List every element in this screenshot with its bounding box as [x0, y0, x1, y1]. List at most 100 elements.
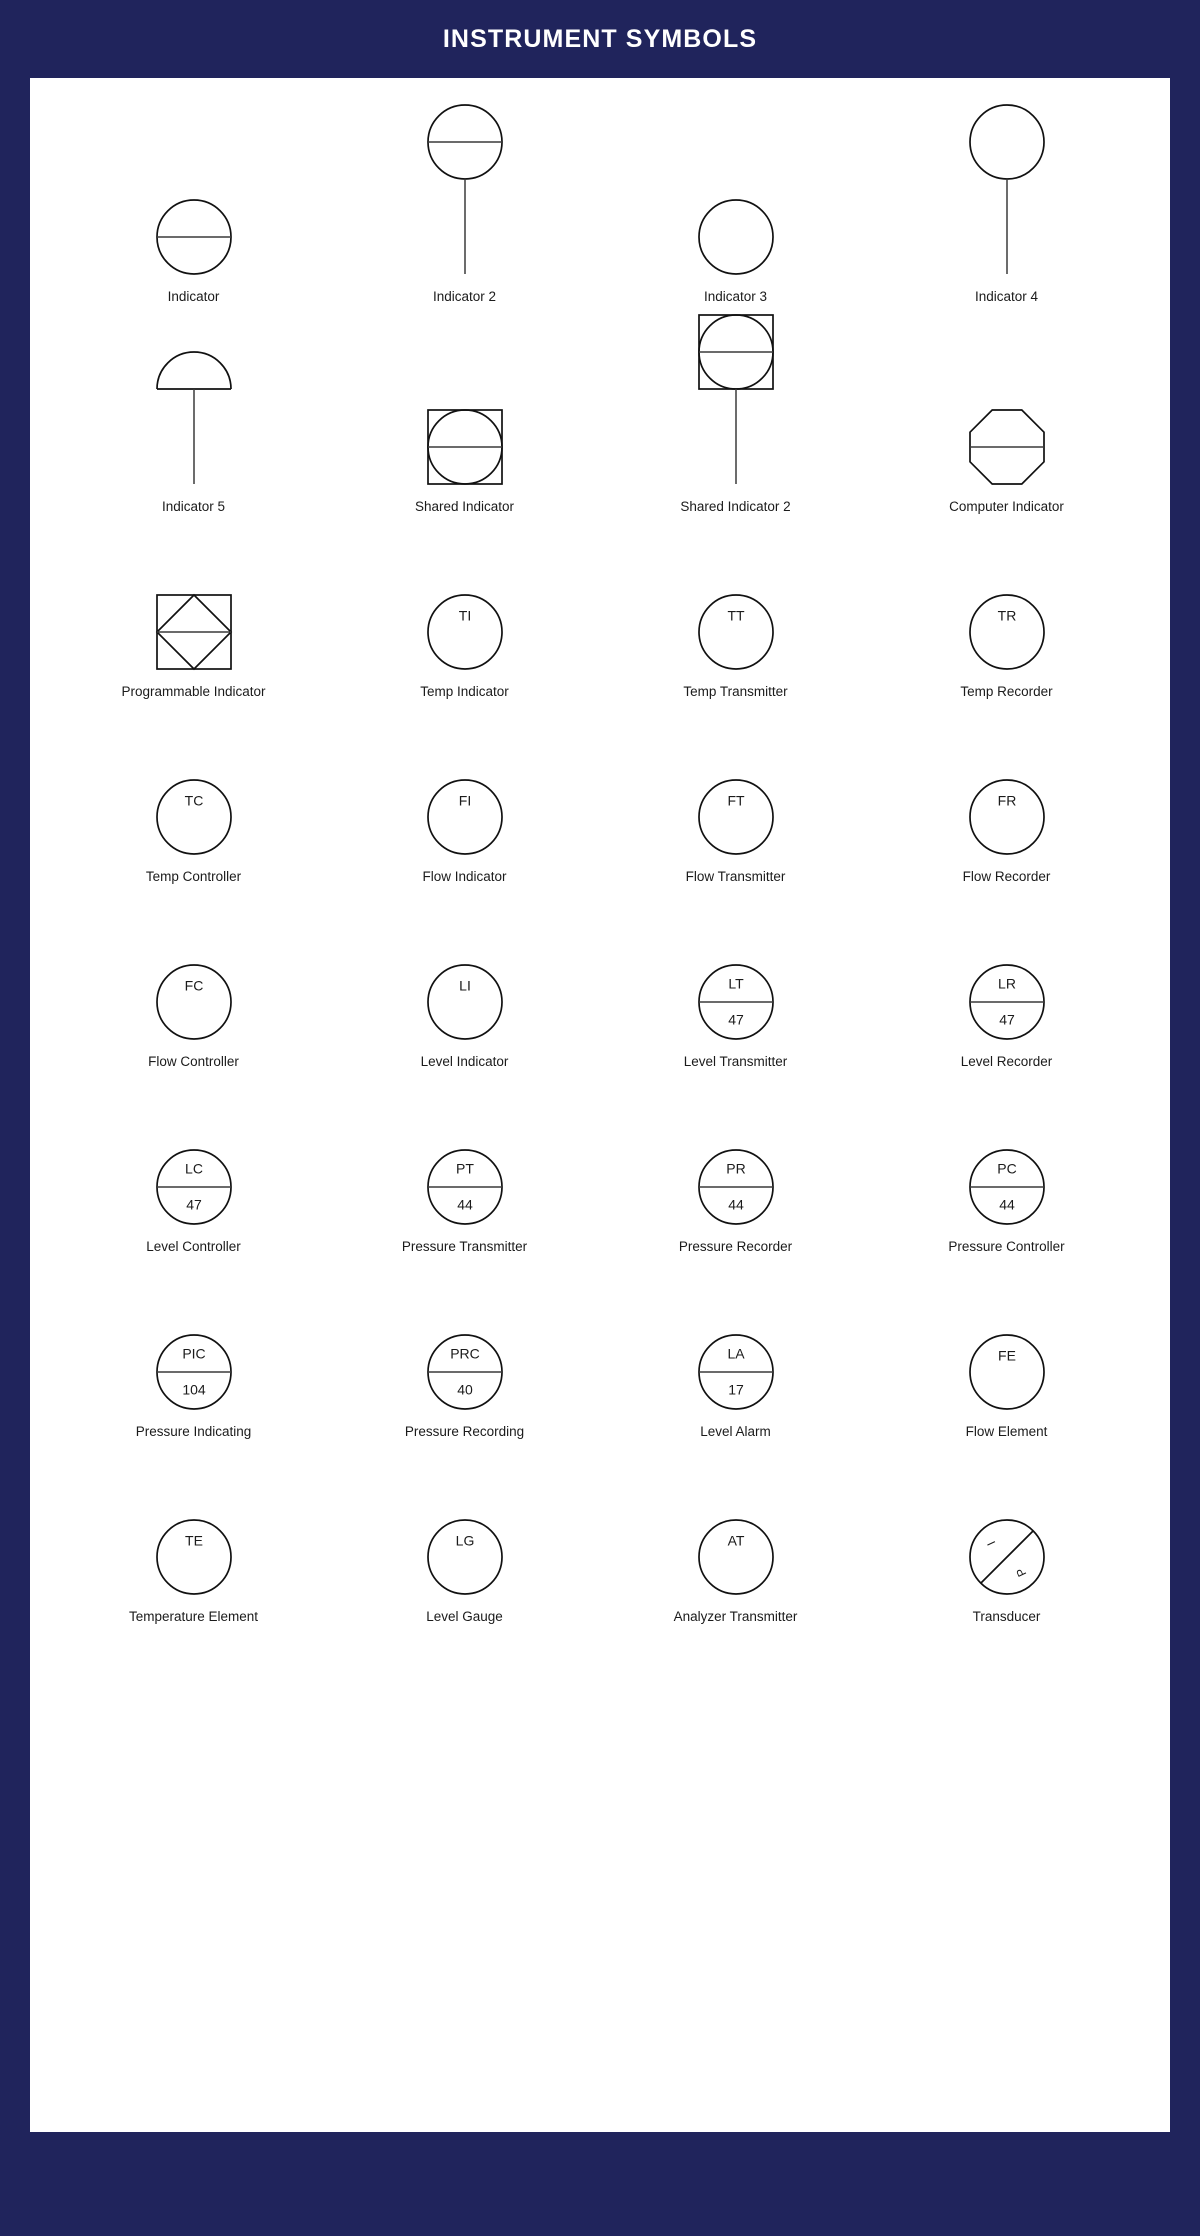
symbol-cell[interactable]: TC Temp Controller: [58, 699, 329, 884]
symbol-cell[interactable]: Indicator: [58, 104, 329, 304]
page-header: INSTRUMENT SYMBOLS: [0, 0, 1200, 78]
symbol-circle-hline-icon: [154, 197, 234, 277]
svg-text:40: 40: [457, 1382, 473, 1398]
symbol-label: Temp Controller: [145, 869, 242, 884]
symbol-cell[interactable]: Shared Indicator 2: [600, 304, 871, 514]
symbol-circle-tag-icon: FR: [967, 777, 1047, 857]
symbol-cell[interactable]: TR Temp Recorder: [871, 514, 1142, 699]
symbol-cell[interactable]: PT 44 Pressure Transmitter: [329, 1069, 600, 1254]
symbol-cell[interactable]: FE Flow Element: [871, 1254, 1142, 1439]
svg-text:104: 104: [182, 1382, 206, 1398]
symbol-label: Level Controller: [146, 1239, 241, 1254]
svg-text:TE: TE: [185, 1533, 203, 1549]
symbol-circle-tag-icon: FC: [154, 962, 234, 1042]
symbol-cell[interactable]: PC 44 Pressure Controller: [871, 1069, 1142, 1254]
symbol-label: Temp Transmitter: [683, 684, 788, 699]
symbol-circle-tag-num-hline-icon: LR 47: [967, 962, 1047, 1042]
symbol-label: Pressure Recording: [404, 1424, 525, 1439]
symbol-cell[interactable]: AT Analyzer Transmitter: [600, 1439, 871, 1624]
symbol-square-circle-hline-stem-icon: [696, 312, 776, 487]
symbol-circle-tag-icon: LG: [425, 1517, 505, 1597]
svg-text:FT: FT: [727, 793, 745, 809]
svg-text:TR: TR: [997, 608, 1016, 624]
symbol-cell[interactable]: FT Flow Transmitter: [600, 699, 871, 884]
symbol-cell[interactable]: Indicator 2: [329, 104, 600, 304]
svg-text:PRC: PRC: [450, 1346, 480, 1362]
svg-text:PC: PC: [997, 1161, 1016, 1177]
svg-text:PT: PT: [456, 1161, 474, 1177]
symbol-circle-tag-num-hline-icon: LT 47: [696, 962, 776, 1042]
symbol-cell[interactable]: PIC 104 Pressure Indicating: [58, 1254, 329, 1439]
symbol-label: Temperature Element: [128, 1609, 259, 1624]
svg-text:LT: LT: [728, 976, 744, 992]
symbol-label: Level Indicator: [420, 1054, 509, 1069]
symbol-cell[interactable]: Indicator 3: [600, 104, 871, 304]
symbol-label: Shared Indicator 2: [680, 499, 791, 514]
symbol-square-circle-hline-icon: [425, 407, 505, 487]
symbol-circle-hline-stem-icon: [425, 102, 505, 277]
svg-text:44: 44: [999, 1197, 1015, 1213]
symbol-cell[interactable]: TI Temp Indicator: [329, 514, 600, 699]
svg-text:PR: PR: [726, 1161, 745, 1177]
symbol-label: Computer Indicator: [949, 499, 1064, 514]
symbol-circle-tag-num-hline-icon: LA 17: [696, 1332, 776, 1412]
symbol-square-diamond-hline-icon: [154, 592, 234, 672]
symbol-cell[interactable]: Programmable Indicator: [58, 514, 329, 699]
symbol-cell[interactable]: Computer Indicator: [871, 304, 1142, 514]
symbol-label: Temp Indicator: [420, 684, 509, 699]
svg-text:TI: TI: [458, 608, 470, 624]
svg-text:AT: AT: [727, 1533, 744, 1549]
symbol-cell[interactable]: PR 44 Pressure Recorder: [600, 1069, 871, 1254]
symbol-cell[interactable]: LG Level Gauge: [329, 1439, 600, 1624]
symbol-cell[interactable]: Indicator 5: [58, 304, 329, 514]
symbol-cell[interactable]: TT Temp Transmitter: [600, 514, 871, 699]
svg-text:LI: LI: [459, 978, 471, 994]
symbol-label: Indicator 4: [974, 289, 1039, 304]
symbol-cell[interactable]: FR Flow Recorder: [871, 699, 1142, 884]
symbol-label: Flow Element: [965, 1424, 1048, 1439]
symbol-cell[interactable]: I P Transducer: [871, 1439, 1142, 1624]
symbol-cell[interactable]: FI Flow Indicator: [329, 699, 600, 884]
symbol-label: Shared Indicator: [414, 499, 515, 514]
symbol-label: Flow Recorder: [962, 869, 1051, 884]
symbol-cell[interactable]: TE Temperature Element: [58, 1439, 329, 1624]
symbol-circle-tag-num-hline-icon: PC 44: [967, 1147, 1047, 1227]
symbol-label: Level Transmitter: [683, 1054, 788, 1069]
svg-text:47: 47: [728, 1012, 744, 1028]
symbol-circle-tag-icon: FE: [967, 1332, 1047, 1412]
symbols-card: Indicator Indicator 2 Indicator 3 Indicator…: [30, 78, 1170, 2132]
symbol-cell[interactable]: PRC 40 Pressure Recording: [329, 1254, 600, 1439]
symbol-grid: Indicator Indicator 2 Indicator 3 Indicator…: [30, 78, 1170, 1644]
svg-text:47: 47: [999, 1012, 1015, 1028]
symbol-circle-tag-num-hline-icon: PR 44: [696, 1147, 776, 1227]
symbol-circle-diagonal-ip-icon: IP: [967, 1517, 1047, 1597]
svg-text:LR: LR: [998, 976, 1016, 992]
symbol-circle-tag-num-hline-icon: PT 44: [425, 1147, 505, 1227]
symbol-circle-tag-icon: TE: [154, 1517, 234, 1597]
symbol-label: Level Alarm: [700, 1424, 771, 1439]
symbol-cell[interactable]: LI Level Indicator: [329, 884, 600, 1069]
symbol-circle-tag-num-hline-icon: PRC 40: [425, 1332, 505, 1412]
symbol-label: Pressure Controller: [948, 1239, 1065, 1254]
symbol-label: Flow Controller: [148, 1054, 239, 1069]
symbol-label: Level Recorder: [960, 1054, 1053, 1069]
svg-text:FI: FI: [458, 793, 470, 809]
symbol-cell[interactable]: LC 47 Level Controller: [58, 1069, 329, 1254]
symbol-circle-tag-icon: FI: [425, 777, 505, 857]
symbol-cell[interactable]: FC Flow Controller: [58, 884, 329, 1069]
symbol-circle-icon: [696, 197, 776, 277]
symbol-cell[interactable]: LR 47 Level Recorder: [871, 884, 1142, 1069]
symbol-cell[interactable]: Indicator 4: [871, 104, 1142, 304]
svg-text:TT: TT: [727, 608, 745, 624]
symbol-cell[interactable]: LT 47 Level Transmitter: [600, 884, 871, 1069]
symbol-label: Indicator 2: [432, 289, 497, 304]
svg-text:LC: LC: [185, 1161, 203, 1177]
symbol-circle-tag-icon: TR: [967, 592, 1047, 672]
symbol-circle-tag-icon: FT: [696, 777, 776, 857]
symbol-cell[interactable]: Shared Indicator: [329, 304, 600, 514]
page-title: INSTRUMENT SYMBOLS: [442, 24, 758, 53]
svg-text:FE: FE: [998, 1348, 1016, 1364]
symbol-cell[interactable]: LA 17 Level Alarm: [600, 1254, 871, 1439]
symbol-octagon-hline-icon: [967, 407, 1047, 487]
svg-text:FR: FR: [997, 793, 1016, 809]
